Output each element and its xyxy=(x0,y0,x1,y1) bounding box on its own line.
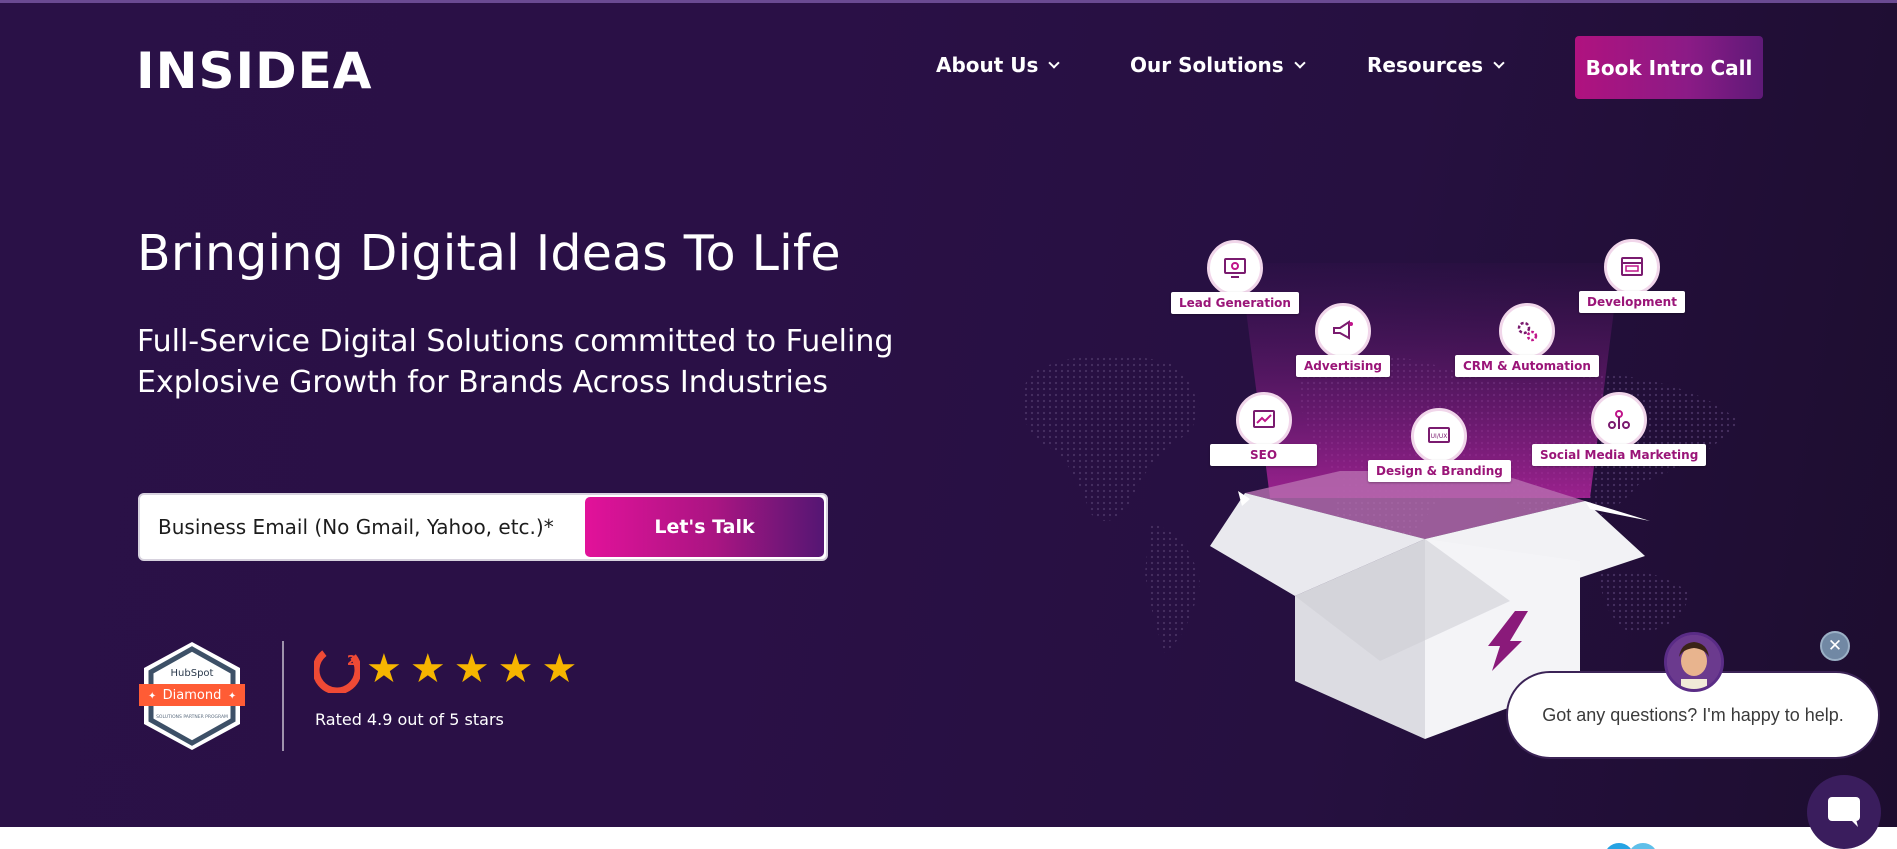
nav-our-solutions[interactable]: Our Solutions xyxy=(1130,53,1306,77)
service-label: SEO xyxy=(1210,444,1318,466)
insidea-logo[interactable]: INSIDEA xyxy=(136,45,372,97)
logo-text: INSIDEA xyxy=(136,42,373,100)
badge-divider xyxy=(282,641,284,751)
email-signup-form: Let's Talk xyxy=(138,493,828,561)
service-label: Design & Branding xyxy=(1368,460,1511,482)
megaphone-icon xyxy=(1315,303,1371,359)
lets-talk-button[interactable]: Let's Talk xyxy=(585,497,824,557)
chat-launcher-button[interactable] xyxy=(1807,775,1881,849)
nav-label: Resources xyxy=(1367,53,1484,77)
service-label: Social Media Marketing xyxy=(1532,444,1707,466)
service-lead-generation: Lead Generation xyxy=(1171,240,1299,314)
browser-code-icon xyxy=(1603,239,1660,295)
svg-text:✦: ✦ xyxy=(228,691,236,702)
nav-resources[interactable]: Resources xyxy=(1367,53,1505,77)
service-label: Lead Generation xyxy=(1171,292,1299,314)
svg-text:UI/UX: UI/UX xyxy=(1431,433,1448,440)
g2-logo-icon: 2 xyxy=(314,647,360,693)
service-seo: SEO xyxy=(1210,392,1318,466)
svg-text:2: 2 xyxy=(347,654,356,669)
nav-label: Our Solutions xyxy=(1130,53,1284,77)
star-icon: ★ xyxy=(541,646,578,692)
nav-about-us[interactable]: About Us xyxy=(936,53,1061,77)
ui-ux-icon: UI/UX xyxy=(1411,408,1468,464)
chevron-down-icon xyxy=(1493,56,1505,69)
seo-chart-icon xyxy=(1235,392,1292,448)
hubspot-brand-text: HubSpot xyxy=(171,668,214,679)
chat-icon xyxy=(1828,797,1860,827)
service-development: Development xyxy=(1579,239,1685,313)
chat-agent-avatar xyxy=(1664,632,1724,692)
service-crm-automation: CRM & Automation xyxy=(1455,303,1599,377)
service-label: Advertising xyxy=(1296,355,1390,377)
star-icon: ★ xyxy=(409,646,446,692)
rating-text: Rated 4.9 out of 5 stars xyxy=(315,710,504,729)
hubspot-diamond-badge: HubSpot Diamond ✦ ✦ SOLUTIONS PARTNER PR… xyxy=(139,642,245,750)
service-advertising: Advertising xyxy=(1296,303,1390,377)
chat-close-button[interactable]: ✕ xyxy=(1820,631,1850,661)
star-icon: ★ xyxy=(497,646,534,692)
service-design-branding: UI/UX Design & Branding xyxy=(1368,408,1511,482)
gears-icon xyxy=(1498,303,1555,359)
nav-label: About Us xyxy=(936,53,1039,77)
hero-subheading: Full-Service Digital Solutions committed… xyxy=(137,321,917,403)
hero-headline: Bringing Digital Ideas To Life xyxy=(137,225,841,282)
subheading-line: Explosive Growth for Brands Across Indus… xyxy=(137,365,828,400)
book-intro-call-button[interactable]: Book Intro Call xyxy=(1575,36,1763,99)
service-label: CRM & Automation xyxy=(1455,355,1599,377)
hubspot-caption-text: SOLUTIONS PARTNER PROGRAM xyxy=(156,714,228,720)
star-icon: ★ xyxy=(453,646,490,692)
subheading-line: Full-Service Digital Solutions committed… xyxy=(137,324,894,359)
g2-star-rating: ★ ★ ★ ★ ★ xyxy=(366,645,577,693)
monitor-gear-icon xyxy=(1206,240,1263,296)
service-social-media-marketing: Social Media Marketing xyxy=(1532,392,1707,466)
chevron-down-icon xyxy=(1048,56,1061,69)
hubspot-tier-text: Diamond xyxy=(163,688,222,703)
business-email-input[interactable] xyxy=(158,495,588,559)
social-network-icon xyxy=(1591,392,1648,448)
svg-text:✦: ✦ xyxy=(148,691,156,702)
star-icon: ★ xyxy=(366,646,402,692)
chevron-down-icon xyxy=(1293,56,1306,69)
